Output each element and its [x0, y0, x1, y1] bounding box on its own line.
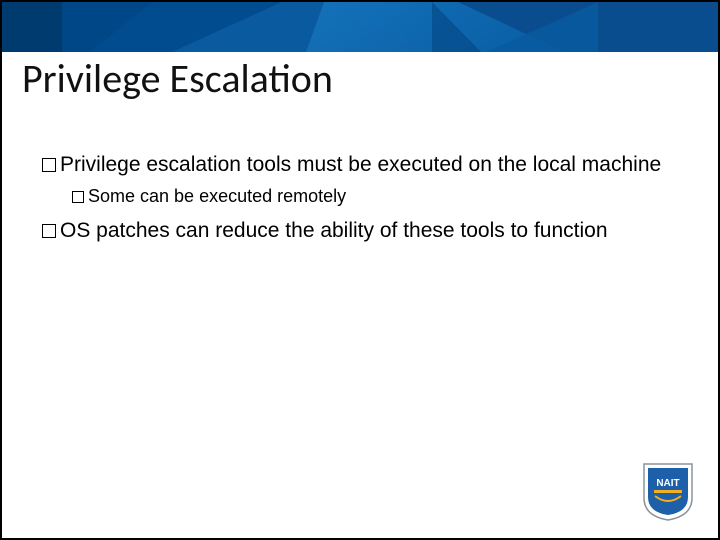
bullet-level1: Privilege escalation tools must be execu… — [42, 152, 678, 179]
logo-text: NAIT — [656, 478, 679, 489]
slide-header: Privilege Escalation — [2, 2, 718, 124]
bullet-level2: Some can be executed remotely — [72, 185, 678, 208]
bullet-text: OS patches can reduce the ability of the… — [60, 219, 608, 242]
bullet-level1: OS patches can reduce the ability of the… — [42, 218, 678, 245]
slide-body: Privilege escalation tools must be execu… — [2, 124, 718, 245]
square-bullet-icon — [42, 224, 56, 238]
square-bullet-icon — [72, 191, 84, 203]
slide-title: Privilege Escalation — [22, 58, 341, 100]
bullet-text: Privilege escalation tools must be execu… — [60, 153, 661, 176]
nait-logo-icon: NAIT — [640, 460, 696, 522]
square-bullet-icon — [42, 158, 56, 172]
bullet-text: Some can be executed remotely — [88, 186, 346, 206]
